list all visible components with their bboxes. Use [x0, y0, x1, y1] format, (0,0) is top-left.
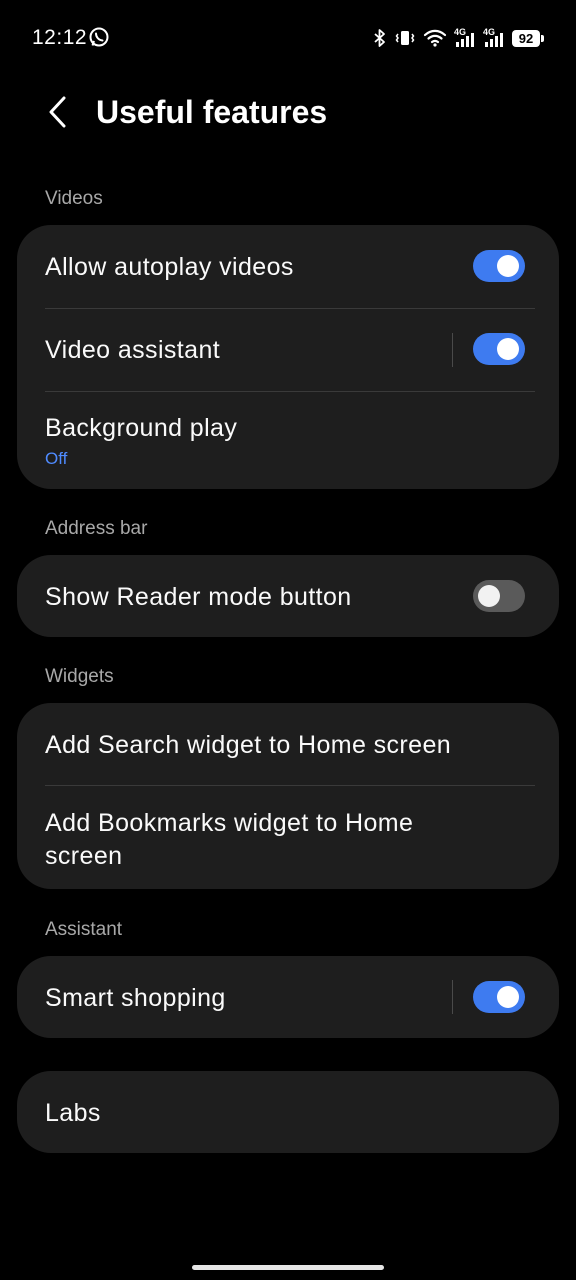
battery-icon: 92 [512, 29, 544, 47]
divider [452, 333, 453, 367]
signal-4g-icon: 4G [483, 27, 505, 49]
reader-mode-row[interactable]: Show Reader mode button [17, 555, 559, 637]
videos-card: Allow autoplay videos Video assistant Ba… [17, 225, 559, 489]
search-widget-row[interactable]: Add Search widget to Home screen [17, 703, 559, 785]
address-bar-card: Show Reader mode button [17, 555, 559, 637]
search-widget-label: Add Search widget to Home screen [45, 731, 452, 759]
section-label-address-bar: Address bar [45, 518, 148, 539]
bookmarks-widget-row[interactable]: Add Bookmarks widget to Home screen [17, 786, 559, 889]
video-assistant-label: Video assistant [45, 336, 221, 364]
allow-autoplay-row[interactable]: Allow autoplay videos [17, 225, 559, 308]
app-header: Useful features [0, 76, 576, 152]
video-assistant-toggle[interactable] [473, 333, 525, 365]
status-time: 12:12 [32, 26, 88, 49]
assistant-card: Smart shopping [17, 956, 559, 1038]
background-play-label: Background play [45, 414, 238, 442]
bookmarks-widget-label-line2: screen [45, 842, 123, 870]
status-bar: 12:12 4G 4G 92 [0, 0, 576, 76]
section-label-assistant: Assistant [45, 919, 123, 940]
allow-autoplay-label: Allow autoplay videos [45, 253, 294, 281]
labs-row[interactable]: Labs [17, 1071, 559, 1153]
battery-level: 92 [512, 29, 540, 47]
reader-mode-toggle[interactable] [473, 580, 525, 612]
reader-mode-label: Show Reader mode button [45, 583, 352, 611]
background-play-row[interactable]: Background play Off [17, 392, 559, 489]
section-label-videos: Videos [45, 188, 103, 209]
bookmarks-widget-label-line1: Add Bookmarks widget to Home [45, 809, 414, 837]
divider [452, 980, 453, 1014]
whatsapp-icon [88, 26, 110, 48]
status-icons: 4G 4G 92 [373, 24, 544, 52]
background-play-value: Off [45, 449, 68, 468]
smart-shopping-toggle[interactable] [473, 981, 525, 1013]
back-button[interactable] [36, 90, 80, 134]
labs-label: Labs [45, 1099, 101, 1127]
bluetooth-icon [373, 29, 387, 47]
wifi-icon [423, 29, 447, 47]
video-assistant-row[interactable]: Video assistant [17, 309, 559, 391]
labs-card[interactable]: Labs [17, 1071, 559, 1153]
vibrate-icon [394, 29, 416, 47]
smart-shopping-row[interactable]: Smart shopping [17, 956, 559, 1038]
allow-autoplay-toggle[interactable] [473, 250, 525, 282]
home-indicator[interactable] [192, 1265, 384, 1270]
signal-4g-icon: 4G [454, 27, 476, 49]
widgets-card: Add Search widget to Home screen Add Boo… [17, 703, 559, 889]
chevron-left-icon [49, 96, 66, 128]
page-title: Useful features [96, 94, 328, 130]
section-label-widgets: Widgets [45, 666, 114, 687]
smart-shopping-label: Smart shopping [45, 984, 226, 1012]
